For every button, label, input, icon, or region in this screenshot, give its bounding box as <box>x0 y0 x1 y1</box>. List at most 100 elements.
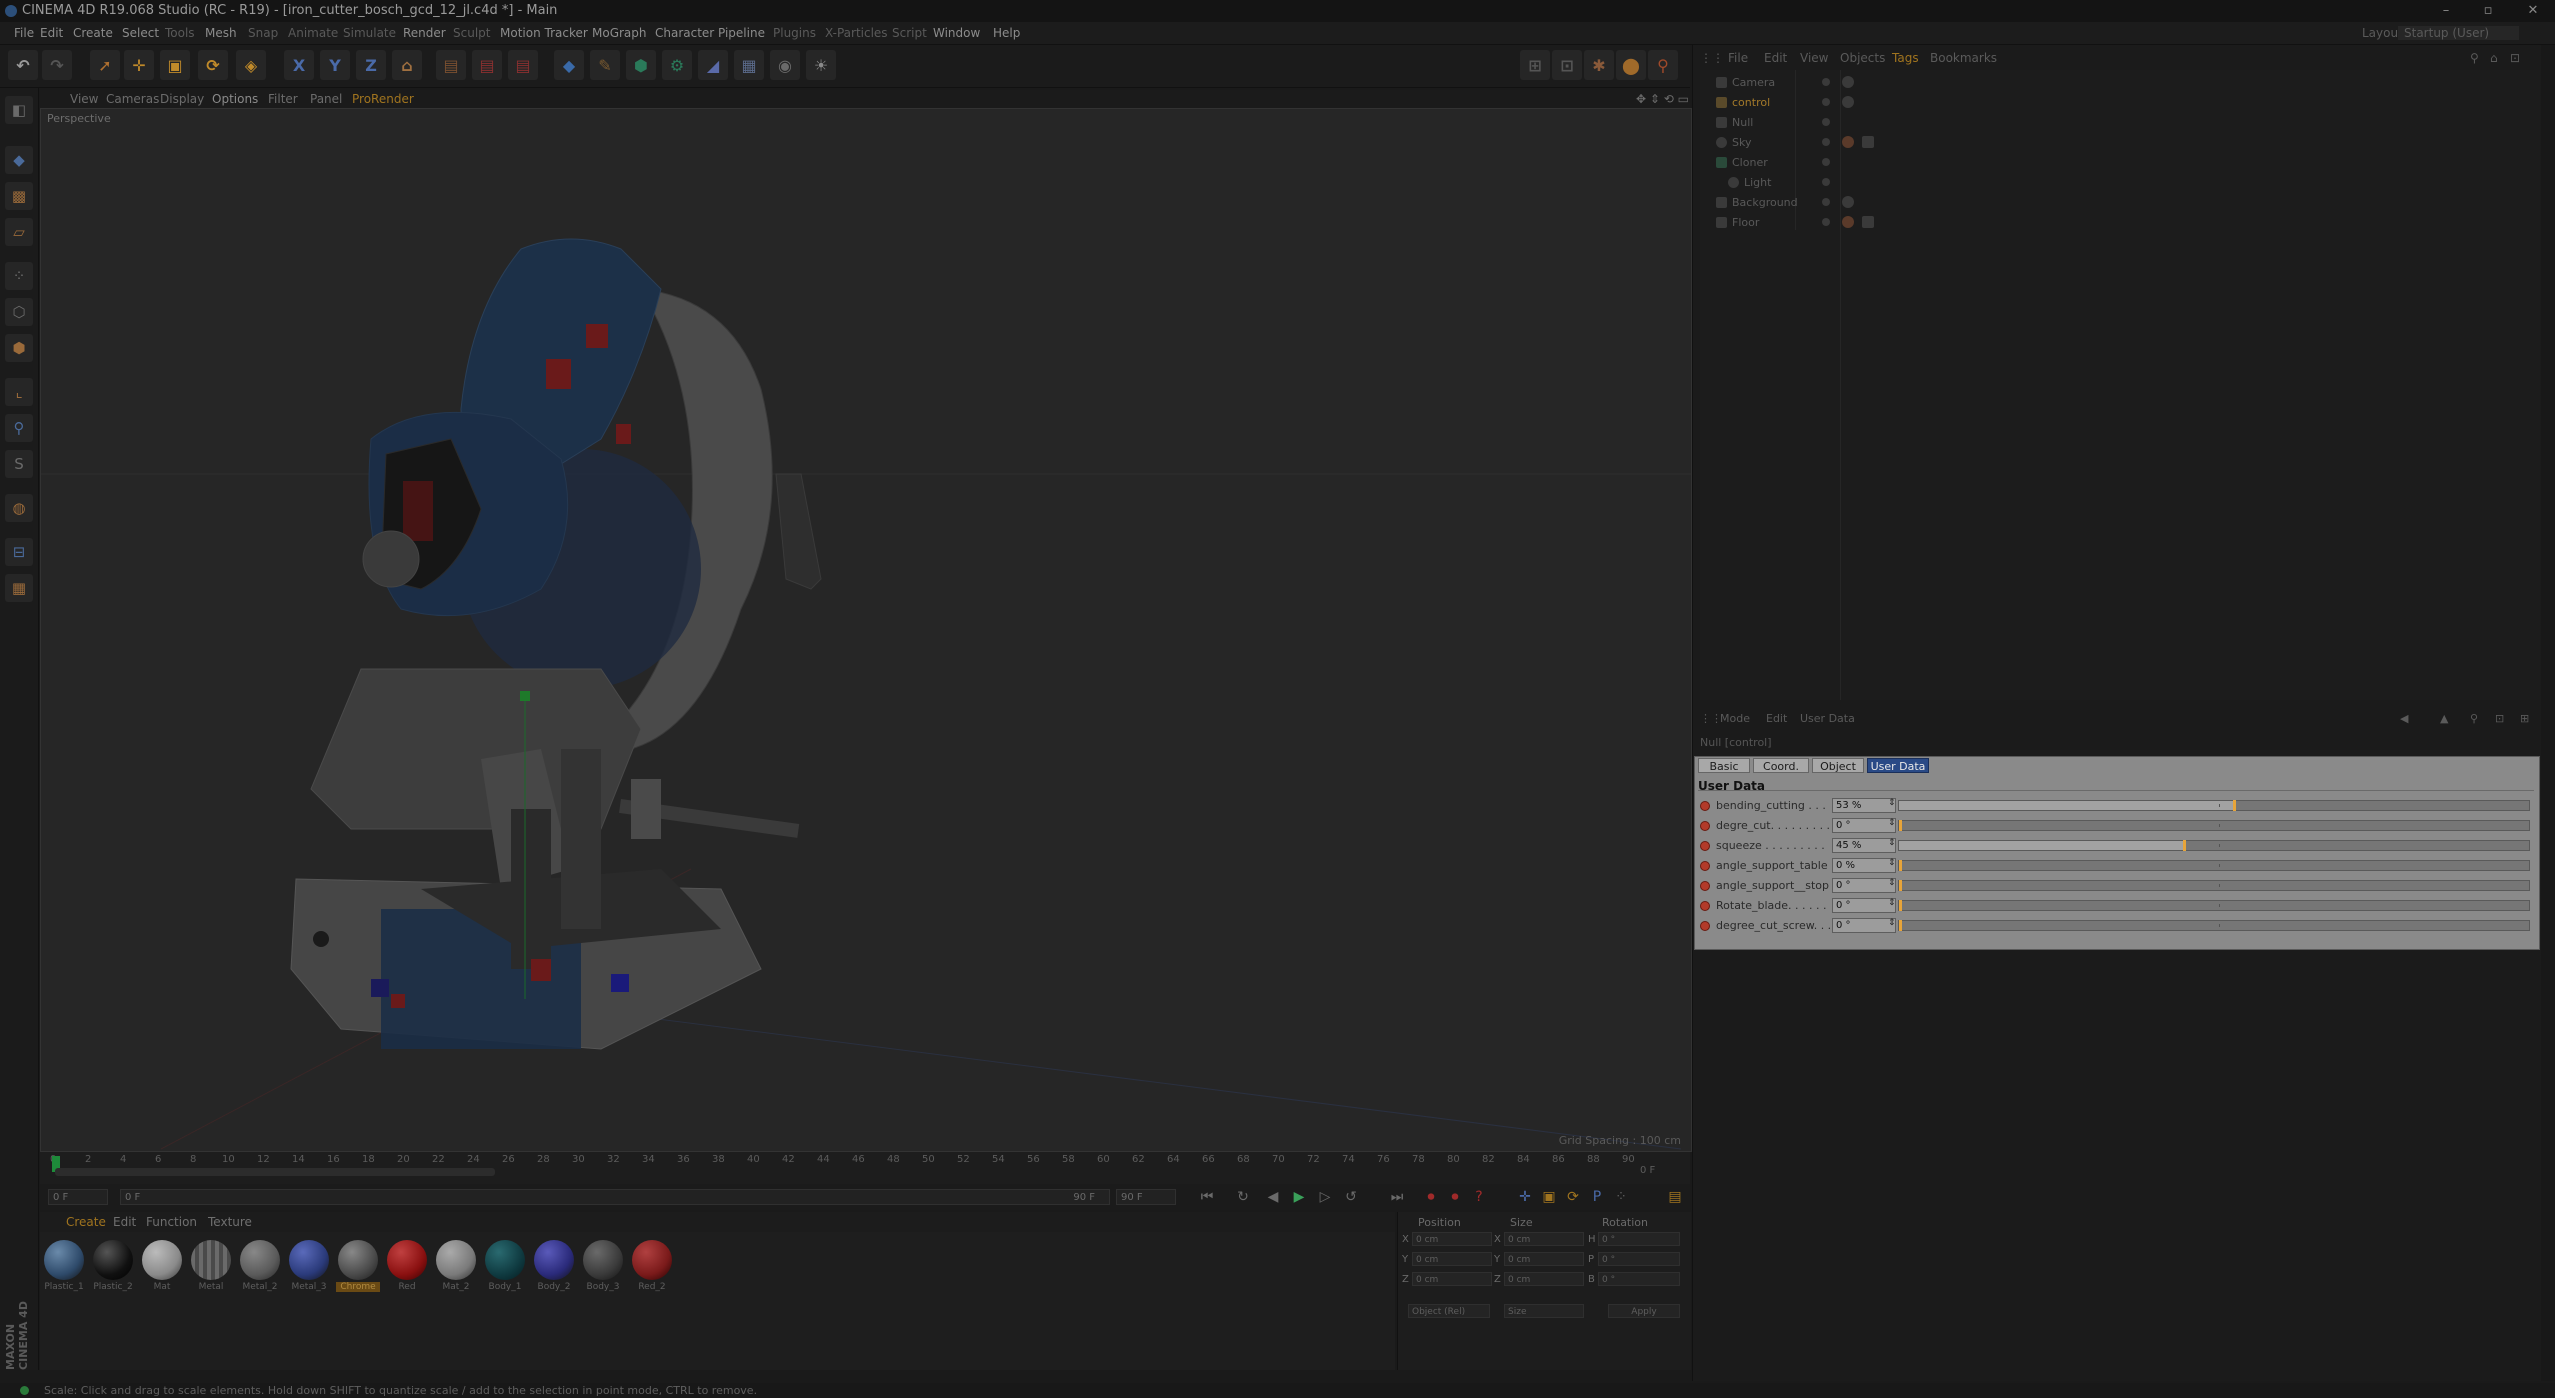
menu-snap[interactable]: Snap <box>248 26 278 40</box>
viewport-menu-prorender[interactable]: ProRender <box>352 92 414 106</box>
animation-keyframe-icon[interactable] <box>1700 861 1710 871</box>
coord-mode-dropdown[interactable]: Object (Rel) <box>1408 1304 1490 1318</box>
visibility-dot-icon[interactable] <box>1822 98 1830 106</box>
menu-create[interactable]: Create <box>73 26 113 40</box>
slider-knob[interactable] <box>1899 920 1902 931</box>
menu-character[interactable]: Character <box>655 26 714 40</box>
animation-keyframe-icon[interactable] <box>1700 821 1710 831</box>
move-tool-icon[interactable]: ✛ <box>124 50 154 80</box>
spinner-arrows-icon[interactable]: ⇕ <box>1888 878 1896 888</box>
menu-tools[interactable]: Tools <box>165 26 195 40</box>
visibility-dot-icon[interactable] <box>1822 138 1830 146</box>
slider-knob[interactable] <box>1899 880 1902 891</box>
undo-icon[interactable]: ↶ <box>8 50 38 80</box>
cube-icon[interactable]: ◆ <box>554 50 584 80</box>
param-slider[interactable] <box>1898 840 2530 851</box>
pen-spline-icon[interactable]: ✎ <box>590 50 620 80</box>
param-slider[interactable] <box>1898 860 2530 871</box>
axis-y-button[interactable]: Y <box>320 50 350 80</box>
key-scale-icon[interactable]: ▣ <box>1538 1186 1560 1208</box>
apply-button[interactable]: Apply <box>1608 1304 1680 1318</box>
material-swatch[interactable]: Body_3 <box>581 1240 625 1296</box>
menu-sculpt[interactable]: Sculpt <box>453 26 490 40</box>
am-menu-user-data[interactable]: User Data <box>1800 712 1855 725</box>
spinner-arrows-icon[interactable]: ⇕ <box>1888 898 1896 908</box>
param-value-field[interactable]: 0 ° <box>1832 878 1896 893</box>
subdivision-icon[interactable]: ⬢ <box>626 50 656 80</box>
animation-keyframe-icon[interactable] <box>1700 881 1710 891</box>
timeline-range-bar[interactable] <box>55 1168 495 1176</box>
camera-icon[interactable]: ◉ <box>770 50 800 80</box>
go-to-end-icon[interactable]: ⏭ <box>1386 1186 1408 1208</box>
material-swatch[interactable]: Mat_2 <box>434 1240 478 1296</box>
spinner-arrows-icon[interactable]: ⇕ <box>1888 798 1896 808</box>
enable-axis-icon[interactable]: ⌞ <box>5 378 33 406</box>
tab-object[interactable]: Object <box>1812 758 1864 773</box>
workplane-icon[interactable]: ⊡ <box>1552 50 1582 80</box>
close-icon[interactable]: ✕ <box>2515 0 2551 22</box>
timeline-window-icon[interactable]: ▤ <box>1664 1186 1686 1208</box>
cloner-icon[interactable]: ⚙ <box>662 50 692 80</box>
visibility-dot-icon[interactable] <box>1822 78 1830 86</box>
move-pointer-icon[interactable]: ➚ <box>90 50 120 80</box>
snap-icon[interactable]: ⊞ <box>1520 50 1550 80</box>
coordinate-system-icon[interactable]: ⌂ <box>392 50 422 80</box>
param-slider[interactable] <box>1898 920 2530 931</box>
viewport-menu-display[interactable]: Display <box>160 92 204 106</box>
menu-render[interactable]: Render <box>403 26 446 40</box>
size-x-field[interactable]: 0 cm <box>1504 1232 1584 1246</box>
sculpt-brush-icon[interactable]: ⬤ <box>1616 50 1646 80</box>
material-menu-function[interactable]: Function <box>146 1215 197 1229</box>
points-mode-icon[interactable]: ⁘ <box>5 262 33 290</box>
object-row[interactable]: Cloner <box>1710 154 2530 172</box>
tweak-mode-icon[interactable]: ⚲ <box>5 414 33 442</box>
om-menu-edit[interactable]: Edit <box>1764 51 1787 65</box>
material-swatch[interactable]: Metal_3 <box>287 1240 331 1296</box>
animation-keyframe-icon[interactable] <box>1700 901 1710 911</box>
paint-icon[interactable]: ⚲ <box>1648 50 1678 80</box>
menu-simulate[interactable]: Simulate <box>343 26 396 40</box>
material-menu-texture[interactable]: Texture <box>208 1215 252 1229</box>
om-menu-bookmarks[interactable]: Bookmarks <box>1930 51 1997 65</box>
size-y-field[interactable]: 0 cm <box>1504 1252 1584 1266</box>
menu-motion-tracker[interactable]: Motion Tracker <box>500 26 588 40</box>
viewport-menu-filter[interactable]: Filter <box>268 92 298 106</box>
step-back-icon[interactable]: ◀ <box>1262 1186 1284 1208</box>
visibility-dot-icon[interactable] <box>1822 198 1830 206</box>
animation-keyframe-icon[interactable] <box>1700 801 1710 811</box>
param-value-field[interactable]: 45 % <box>1832 838 1896 853</box>
material-tag-icon[interactable] <box>1862 216 1874 228</box>
om-menu-objects[interactable]: Objects <box>1840 51 1885 65</box>
param-value-field[interactable]: 53 % <box>1832 798 1896 813</box>
menu-plugins[interactable]: Plugins <box>773 26 816 40</box>
am-lock-icon[interactable]: ⊡ <box>2495 712 2504 725</box>
spinner-arrows-icon[interactable]: ⇕ <box>1888 858 1896 868</box>
menu-edit[interactable]: Edit <box>40 26 63 40</box>
material-menu-create[interactable]: Create <box>66 1215 106 1229</box>
spinner-arrows-icon[interactable]: ⇕ <box>1888 838 1896 848</box>
slider-knob[interactable] <box>1899 860 1902 871</box>
menu-x-particles[interactable]: X-Particles <box>825 26 888 40</box>
edges-mode-icon[interactable]: ⬡ <box>5 298 33 326</box>
om-search-icon[interactable]: ⚲ <box>2470 51 2479 65</box>
animation-keyframe-icon[interactable] <box>1700 841 1710 851</box>
menu-window[interactable]: Window <box>933 26 980 40</box>
layout-dropdown[interactable]: Startup (User) <box>2398 26 2520 40</box>
object-row[interactable]: control <box>1710 94 2530 112</box>
viewport-nav-icons[interactable]: ✥ ⇕ ⟲ ▭ <box>1636 92 1689 106</box>
light-icon[interactable]: ☀ <box>806 50 836 80</box>
texture-mode-icon[interactable]: ▩ <box>5 182 33 210</box>
spinner-arrows-icon[interactable]: ⇕ <box>1888 818 1896 828</box>
material-menu-edit[interactable]: Edit <box>113 1215 136 1229</box>
play-icon[interactable]: ▶ <box>1288 1186 1310 1208</box>
material-swatch[interactable]: Chrome <box>336 1240 380 1296</box>
visibility-dot-icon[interactable] <box>1822 218 1830 226</box>
om-menu-tags[interactable]: Tags <box>1892 51 1919 65</box>
model-mode-icon[interactable]: ◆ <box>5 146 33 174</box>
am-back-icon[interactable]: ◀ <box>2400 712 2408 725</box>
record-keys-icon[interactable]: ⏺ <box>1420 1186 1442 1208</box>
om-menu-view[interactable]: View <box>1800 51 1828 65</box>
rotation-b-field[interactable]: 0 ° <box>1598 1272 1680 1286</box>
preview-range-slider[interactable]: 0 F 90 F <box>120 1189 1110 1205</box>
loop-icon[interactable]: ↻ <box>1232 1186 1254 1208</box>
